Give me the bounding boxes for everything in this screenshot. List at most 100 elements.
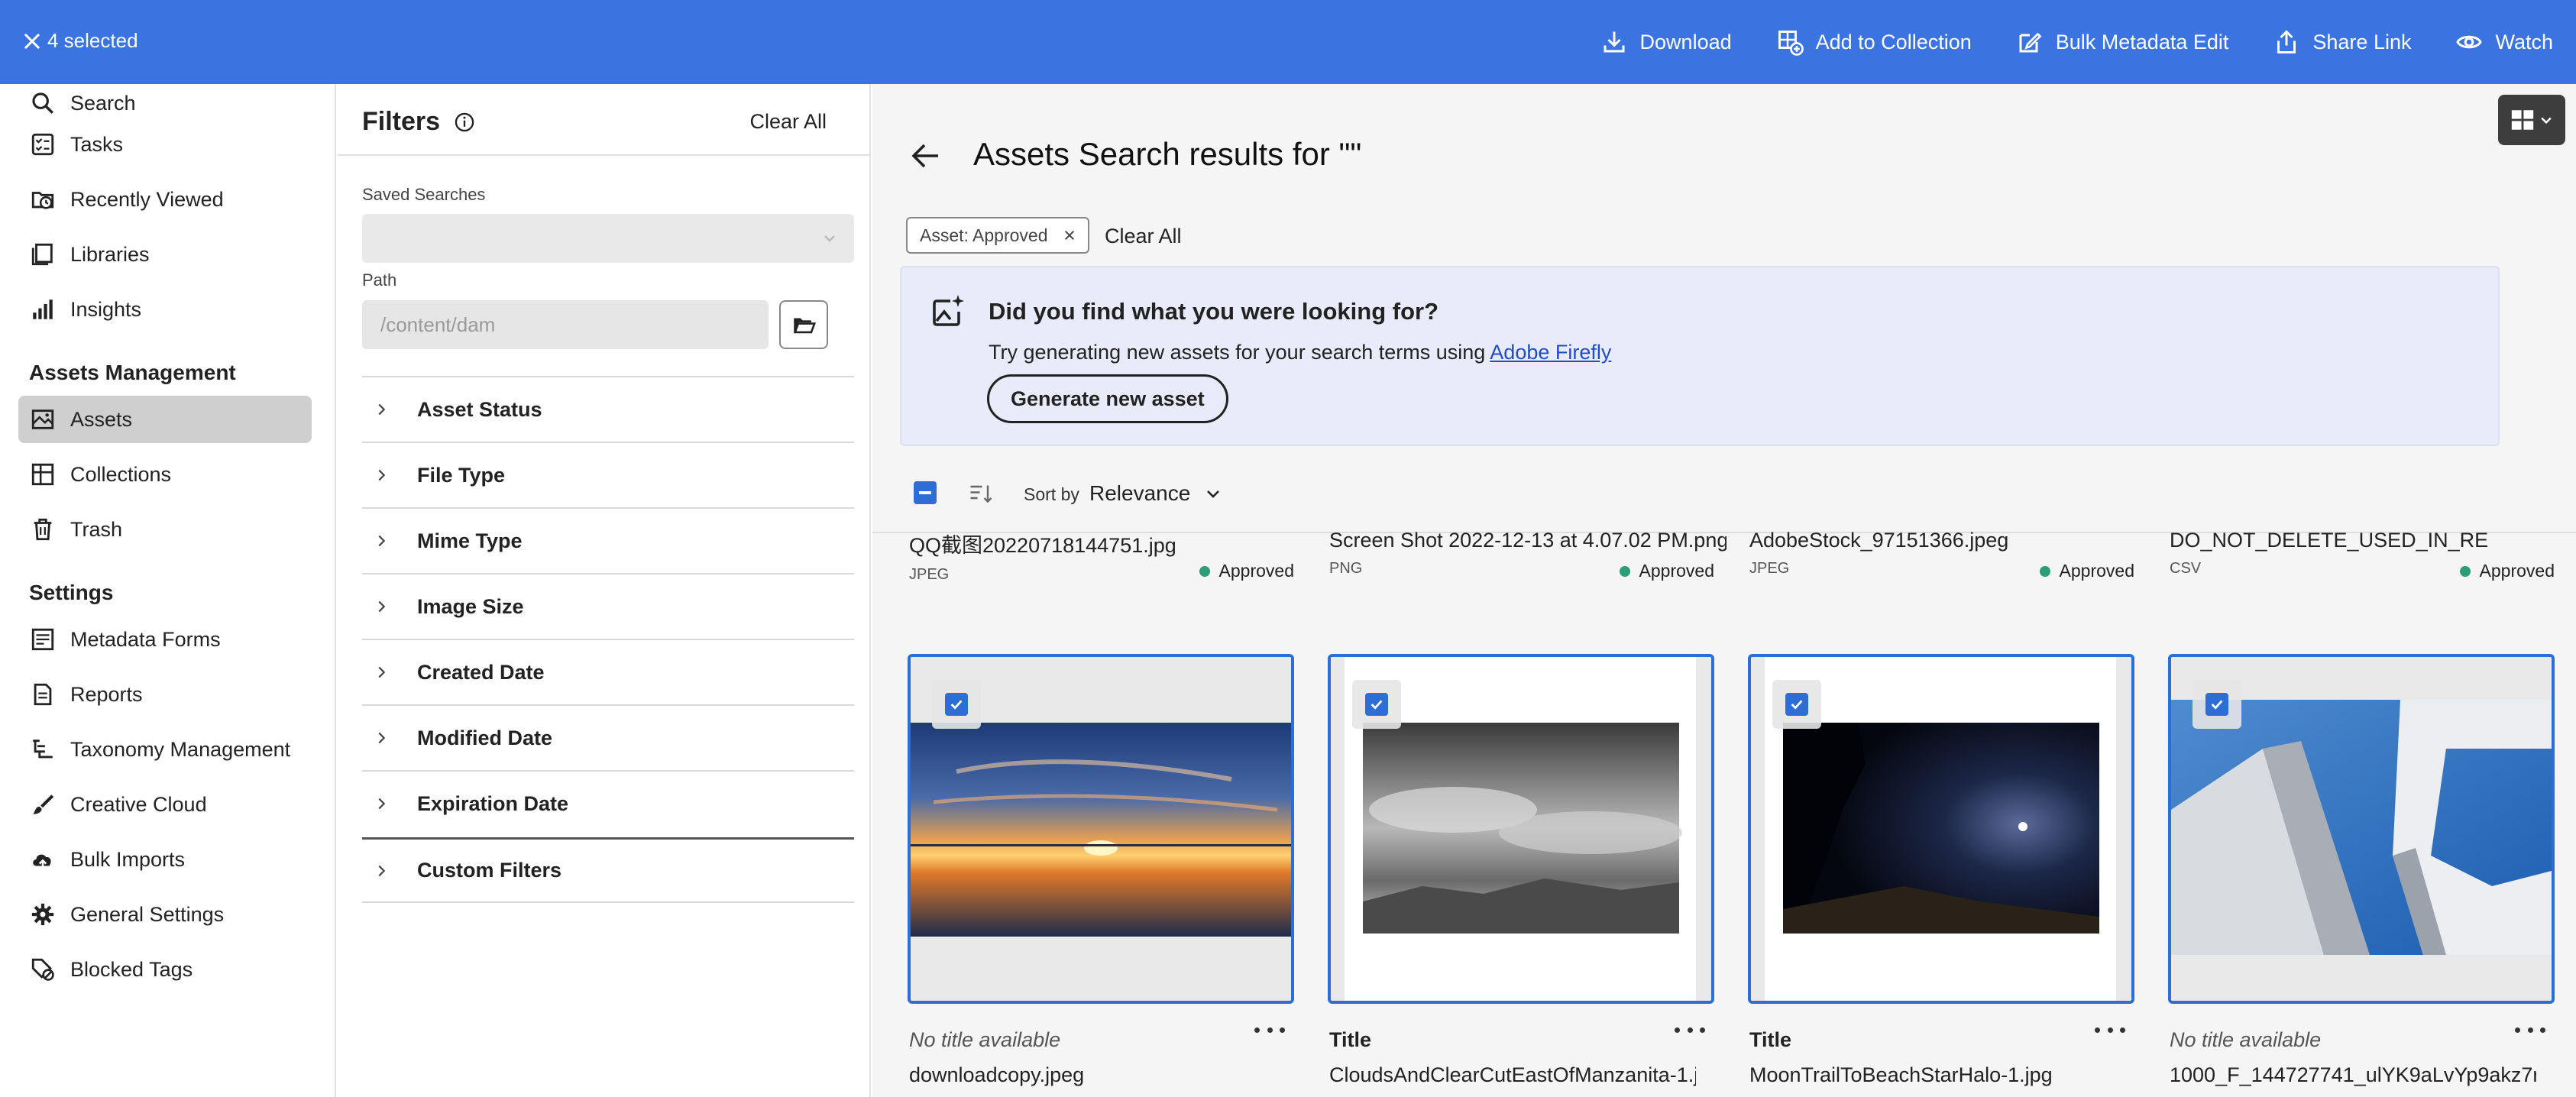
add-to-collection-button[interactable]: Add to Collection [1776, 28, 1972, 56]
chevron-right-icon [373, 664, 400, 681]
filter-custom-filters[interactable]: Custom Filters [362, 837, 854, 903]
asset-filename: Screen Shot 2022-12-13 at 4.07.02 PM.png [1329, 529, 1727, 552]
nav-item-search[interactable]: Search [18, 79, 312, 127]
download-button[interactable]: Download [1600, 28, 1732, 56]
nav-label: Search [70, 91, 136, 115]
status-dot [2459, 565, 2471, 577]
nav-item-creative-cloud[interactable]: Creative Cloud [18, 781, 312, 828]
insights-icon [28, 294, 58, 325]
nav-item-tasks[interactable]: Tasks [18, 121, 312, 168]
filter-label: Mime Type [417, 529, 523, 552]
nav-item-bulk-imports[interactable]: Bulk Imports [18, 836, 312, 883]
more-options-icon[interactable] [1675, 1022, 1705, 1037]
nav-item-assets[interactable]: Assets [18, 396, 312, 443]
saved-searches-label: Saved Searches [362, 185, 486, 204]
asset-info[interactable]: AdobeStock_97151366.jpeg JPEG Approved [1749, 529, 2147, 581]
blocked-tag-icon [28, 954, 58, 985]
card-title: No title available [2170, 1028, 2322, 1051]
filters-title: Filters [362, 107, 441, 136]
active-filter-tag[interactable]: Asset: Approved [906, 217, 1089, 254]
forms-icon [28, 624, 58, 655]
bulk-metadata-edit-button[interactable]: Bulk Metadata Edit [2016, 28, 2228, 56]
filter-label: Asset Status [417, 397, 542, 421]
close-selection-icon[interactable] [18, 28, 46, 55]
filter-mime-type[interactable]: Mime Type [362, 507, 854, 573]
nav-item-libraries[interactable]: Libraries [18, 231, 312, 278]
share-link-button[interactable]: Share Link [2273, 28, 2411, 56]
filter-file-type[interactable]: File Type [362, 442, 854, 507]
asset-card[interactable] [1328, 654, 1714, 1004]
card-checkbox[interactable] [2193, 680, 2241, 729]
generate-new-asset-button[interactable]: Generate new asset [987, 374, 1228, 423]
asset-card[interactable] [2168, 654, 2555, 1004]
filter-modified-date[interactable]: Modified Date [362, 704, 854, 770]
left-navigation: Search Tasks Recently Viewed Libraries I… [0, 84, 336, 1097]
filter-label: Created Date [417, 660, 545, 684]
asset-info[interactable]: QQ截图20220718144751.jpg JPEG Approved [909, 529, 1306, 584]
path-label: Path [362, 270, 397, 290]
sort-toolbar: Sort by Relevance [872, 466, 2576, 533]
brush-icon [28, 789, 58, 820]
sort-by-label: Sort by [1024, 484, 1079, 504]
filter-created-date[interactable]: Created Date [362, 639, 854, 704]
nav-item-trash[interactable]: Trash [18, 506, 312, 553]
chevron-right-icon [373, 730, 400, 746]
status-badge: Approved [1199, 561, 1294, 581]
asset-info[interactable]: DO_NOT_DELETE_USED_IN_RE CSV Approved [2170, 529, 2567, 581]
chevron-right-icon [373, 862, 400, 879]
more-options-icon[interactable] [2095, 1022, 2125, 1037]
select-all-checkbox[interactable] [914, 481, 937, 504]
more-options-icon[interactable] [1254, 1022, 1285, 1037]
chevron-right-icon [373, 532, 400, 549]
chevron-right-icon [373, 598, 400, 615]
nav-item-taxonomy-management[interactable]: Taxonomy Management [18, 726, 312, 773]
view-switcher-button[interactable] [2498, 95, 2565, 145]
nav-item-insights[interactable]: Insights [18, 286, 312, 333]
info-icon[interactable] [454, 112, 475, 133]
saved-searches-select[interactable] [362, 214, 854, 263]
asset-card[interactable] [908, 654, 1294, 1004]
tag-label: Asset: Approved [920, 225, 1048, 245]
asset-filename: DO_NOT_DELETE_USED_IN_RE [2170, 529, 2489, 552]
nav-item-metadata-forms[interactable]: Metadata Forms [18, 616, 312, 663]
filter-asset-status[interactable]: Asset Status [362, 376, 854, 442]
chevron-down-icon [824, 235, 835, 242]
path-input[interactable]: /content/dam [362, 300, 769, 349]
filter-expiration-date[interactable]: Expiration Date [362, 770, 854, 836]
filters-clear-all-button[interactable]: Clear All [749, 110, 827, 134]
nav-section-settings: Settings [29, 581, 114, 604]
grid-view-icon [2511, 110, 2534, 130]
watch-button[interactable]: Watch [2455, 28, 2553, 56]
asset-info[interactable]: Screen Shot 2022-12-13 at 4.07.02 PM.png… [1329, 529, 1727, 581]
add-collection-icon [1778, 31, 1804, 56]
page-title: Assets Search results for "" [973, 136, 1362, 172]
back-arrow-icon[interactable] [908, 138, 944, 174]
asset-card[interactable] [1748, 654, 2134, 1004]
status-dot [1199, 565, 1210, 577]
card-checkbox[interactable] [932, 680, 981, 729]
taxonomy-icon [28, 734, 58, 765]
tasks-icon [28, 129, 58, 160]
chevron-right-icon [373, 401, 400, 418]
adobe-firefly-link[interactable]: Adobe Firefly [1490, 341, 1611, 364]
watch-label: Watch [2495, 30, 2553, 53]
share-link-label: Share Link [2312, 30, 2412, 53]
nav-item-general-settings[interactable]: General Settings [18, 891, 312, 938]
sort-dropdown[interactable]: Relevance [1089, 481, 1222, 506]
filter-image-size[interactable]: Image Size [362, 573, 854, 639]
assets-icon [28, 404, 58, 435]
nav-label: Creative Cloud [70, 792, 207, 816]
recent-icon [28, 184, 58, 215]
nav-item-reports[interactable]: Reports [18, 671, 312, 718]
nav-item-blocked-tags[interactable]: Blocked Tags [18, 946, 312, 993]
more-options-icon[interactable] [2515, 1022, 2545, 1037]
clear-all-tags-button[interactable]: Clear All [1105, 225, 1182, 248]
sort-order-icon[interactable] [967, 480, 995, 507]
remove-tag-icon[interactable] [1063, 229, 1076, 241]
nav-item-recently-viewed[interactable]: Recently Viewed [18, 176, 312, 223]
browse-folder-button[interactable] [779, 300, 828, 349]
card-checkbox[interactable] [1352, 680, 1401, 729]
nav-item-collections[interactable]: Collections [18, 451, 312, 498]
card-checkbox[interactable] [1772, 680, 1821, 729]
card-filename: 1000_F_144727741_ulYK9aLvYp9akz7r44... [2170, 1063, 2536, 1086]
